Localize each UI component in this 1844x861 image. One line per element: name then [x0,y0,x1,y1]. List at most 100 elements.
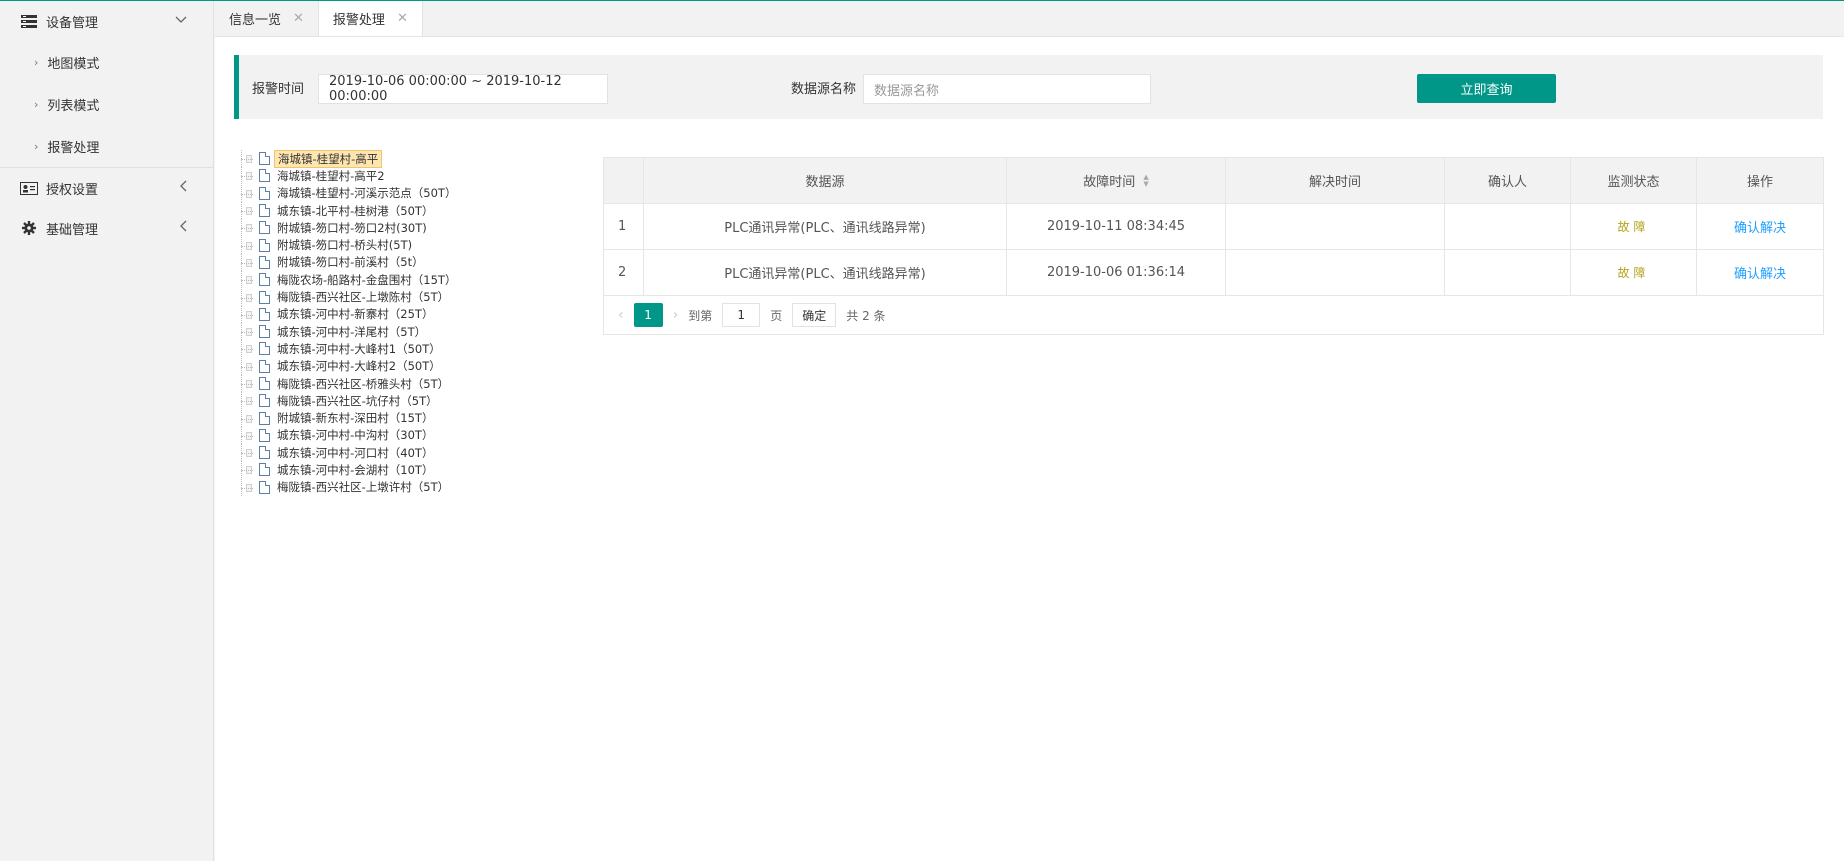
tree-node-label: 城东镇-河中村-洋尾村（5T） [277,324,427,339]
source-name-input[interactable]: 数据源名称 [863,74,1151,104]
goto-label: 到第 [688,308,713,323]
chevron-down-icon [175,13,187,27]
row-status: 故障 [1571,250,1697,295]
tree-node[interactable]: 梅陇农场-船路村-金盘围村（15T） [237,271,527,289]
tab-info-overview[interactable]: 信息一览 ✕ [215,1,319,36]
filter-bar: 报警时间 2019-10-06 00:00:00 ~ 2019-10-12 00… [234,55,1823,119]
tree-node[interactable]: 城东镇-河中村-大峰村2（50T） [237,357,527,375]
tree-connector [237,444,253,462]
sort-icon[interactable]: ▲ ▼ [1143,173,1148,188]
current-page-button[interactable]: 1 [633,303,663,327]
tree-node[interactable]: 城东镇-河中村-新寨村（25T） [237,305,527,323]
tree-connector [237,253,253,271]
tree-connector [237,478,253,496]
col-header-fault-time[interactable]: 故障时间 ▲ ▼ [1007,158,1226,203]
sidebar-item-label: 列表模式 [47,98,100,114]
tree-connector [237,150,253,168]
tree-connector [237,426,253,444]
tree-node[interactable]: 城东镇-北平村-桂树港（50T） [237,202,527,220]
file-icon [259,273,270,287]
tree-node-label: 梅陇镇-西兴社区-坑仔村（5T） [277,393,438,408]
tree-node-label: 附城镇-笏口村-前溪村（5t） [277,255,424,270]
tree-node-label: 城东镇-北平村-桂树港（50T） [277,203,434,218]
tree-node[interactable]: 附城镇-新东村-深田村（15T） [237,409,527,427]
file-icon [259,221,270,235]
sidebar-group-label: 基础管理 [46,222,99,238]
tree-node-label: 城东镇-河中村-会湖村（10T） [277,463,434,477]
tree-connector [237,288,253,306]
chevron-right-icon: › [34,97,39,111]
tree-node[interactable]: 梅陇镇-西兴社区-桥雅头村（5T） [237,375,527,392]
col-header-index [604,158,644,203]
sidebar-item-list-mode[interactable]: › 列表模式 [0,83,213,125]
table-row: 1 PLC通讯异常(PLC、通讯线路异常) 2019-10-11 08:34:4… [604,204,1823,250]
tab-alarm-handling[interactable]: 报警处理 ✕ [318,1,423,36]
tree-node[interactable]: 梅陇镇-西兴社区-坑仔村（5T） [237,392,527,410]
tree-connector [237,357,253,375]
tree-node[interactable]: 城东镇-河中村-洋尾村（5T） [237,323,527,341]
main-content: 报警时间 2019-10-06 00:00:00 ~ 2019-10-12 00… [215,37,1844,861]
sidebar-item-alarm-handling[interactable]: › 报警处理 [0,125,213,167]
gear-icon [20,221,38,235]
tab-bar: 信息一览 ✕ 报警处理 ✕ [215,1,1844,37]
tree-connector [237,392,253,410]
row-index: 1 [604,204,644,249]
tree-connector [237,271,253,289]
alarm-time-range-input[interactable]: 2019-10-06 00:00:00 ~ 2019-10-12 00:00:0… [318,74,608,104]
sidebar-item-label: 地图模式 [47,56,100,72]
tree-node[interactable]: 附城镇-笏口村-前溪村（5t） [237,253,527,271]
tree-node-label: 海城镇-桂望村-高平 [274,149,383,168]
tree-node[interactable]: 海城镇-桂望村-高平 [237,149,527,168]
sidebar-group-authorization[interactable]: 授权设置 [0,168,213,208]
list-icon [20,14,38,28]
tree-node-label: 梅陇镇-西兴社区-上墩陈村（5T） [277,290,450,305]
row-source: PLC通讯异常(PLC、通讯线路异常) [644,204,1007,249]
col-header-resolve-time: 解决时间 [1226,158,1445,203]
row-resolve-time [1226,250,1445,295]
tree-node-label: 海城镇-桂望村-高平2 [277,168,385,183]
tree-node[interactable]: 海城镇-桂望村-河溪示范点（50T） [237,184,527,202]
tree-node[interactable]: 附城镇-笏口村-桥头村(5T) [237,236,527,254]
tree-connector [237,409,253,427]
device-tree: 海城镇-桂望村-高平 海城镇-桂望村-高平2 海城镇-桂望村-河溪示范点（50T） 城… [237,149,527,496]
file-icon [259,359,270,373]
alarm-time-label: 报警时间 [252,81,305,97]
tree-node[interactable]: 海城镇-桂望村-高平2 [237,167,527,185]
chevron-left-icon [179,180,187,195]
chevron-right-icon: › [34,139,39,153]
sidebar-item-map-mode[interactable]: › 地图模式 [0,41,213,83]
file-icon [259,238,270,252]
tree-node-label: 海城镇-桂望村-河溪示范点（50T） [277,186,457,201]
tree-node[interactable]: 附城镇-笏口村-笏口2村(30T) [237,219,527,237]
row-confirmer [1445,250,1571,295]
file-icon [259,463,270,477]
confirm-resolve-link[interactable]: 确认解决 [1734,263,1786,282]
row-index: 2 [604,250,644,295]
tree-connector [237,202,253,220]
prev-page-icon[interactable]: ‹ [618,307,624,323]
sidebar-group-device-management[interactable]: 设备管理 [0,1,213,41]
confirm-resolve-link[interactable]: 确认解决 [1734,217,1786,236]
goto-page-input[interactable]: 1 [722,303,761,327]
query-button[interactable]: 立即查询 [1417,74,1556,103]
sidebar-group-basic-management[interactable]: 基础管理 [0,208,213,248]
tree-node[interactable]: 梅陇镇-西兴社区-上墩许村（5T） [237,478,527,496]
file-icon [259,480,270,494]
tree-node-label: 附城镇-笏口村-桥头村(5T) [277,238,413,253]
tree-node[interactable]: 城东镇-河中村-会湖村（10T） [237,461,527,479]
tree-node-label: 梅陇镇-西兴社区-上墩许村（5T） [277,480,450,495]
next-page-icon[interactable]: › [673,307,679,323]
tree-node[interactable]: 城东镇-河中村-中沟村（30T） [237,426,527,444]
close-icon[interactable]: ✕ [397,11,408,26]
tree-node[interactable]: 梅陇镇-西兴社区-上墩陈村（5T） [237,288,527,306]
close-icon[interactable]: ✕ [293,11,304,26]
tree-connector [237,184,253,202]
tree-node[interactable]: 城东镇-河中村-大峰村1（50T） [237,340,527,358]
tree-connector [237,167,253,185]
file-icon [259,446,270,460]
tree-node[interactable]: 城东镇-河中村-河口村（40T） [237,444,527,462]
row-source: PLC通讯异常(PLC、通讯线路异常) [644,250,1007,295]
row-fault-time: 2019-10-11 08:34:45 [1007,204,1226,249]
file-icon [259,255,270,269]
goto-confirm-button[interactable]: 确定 [792,303,837,327]
